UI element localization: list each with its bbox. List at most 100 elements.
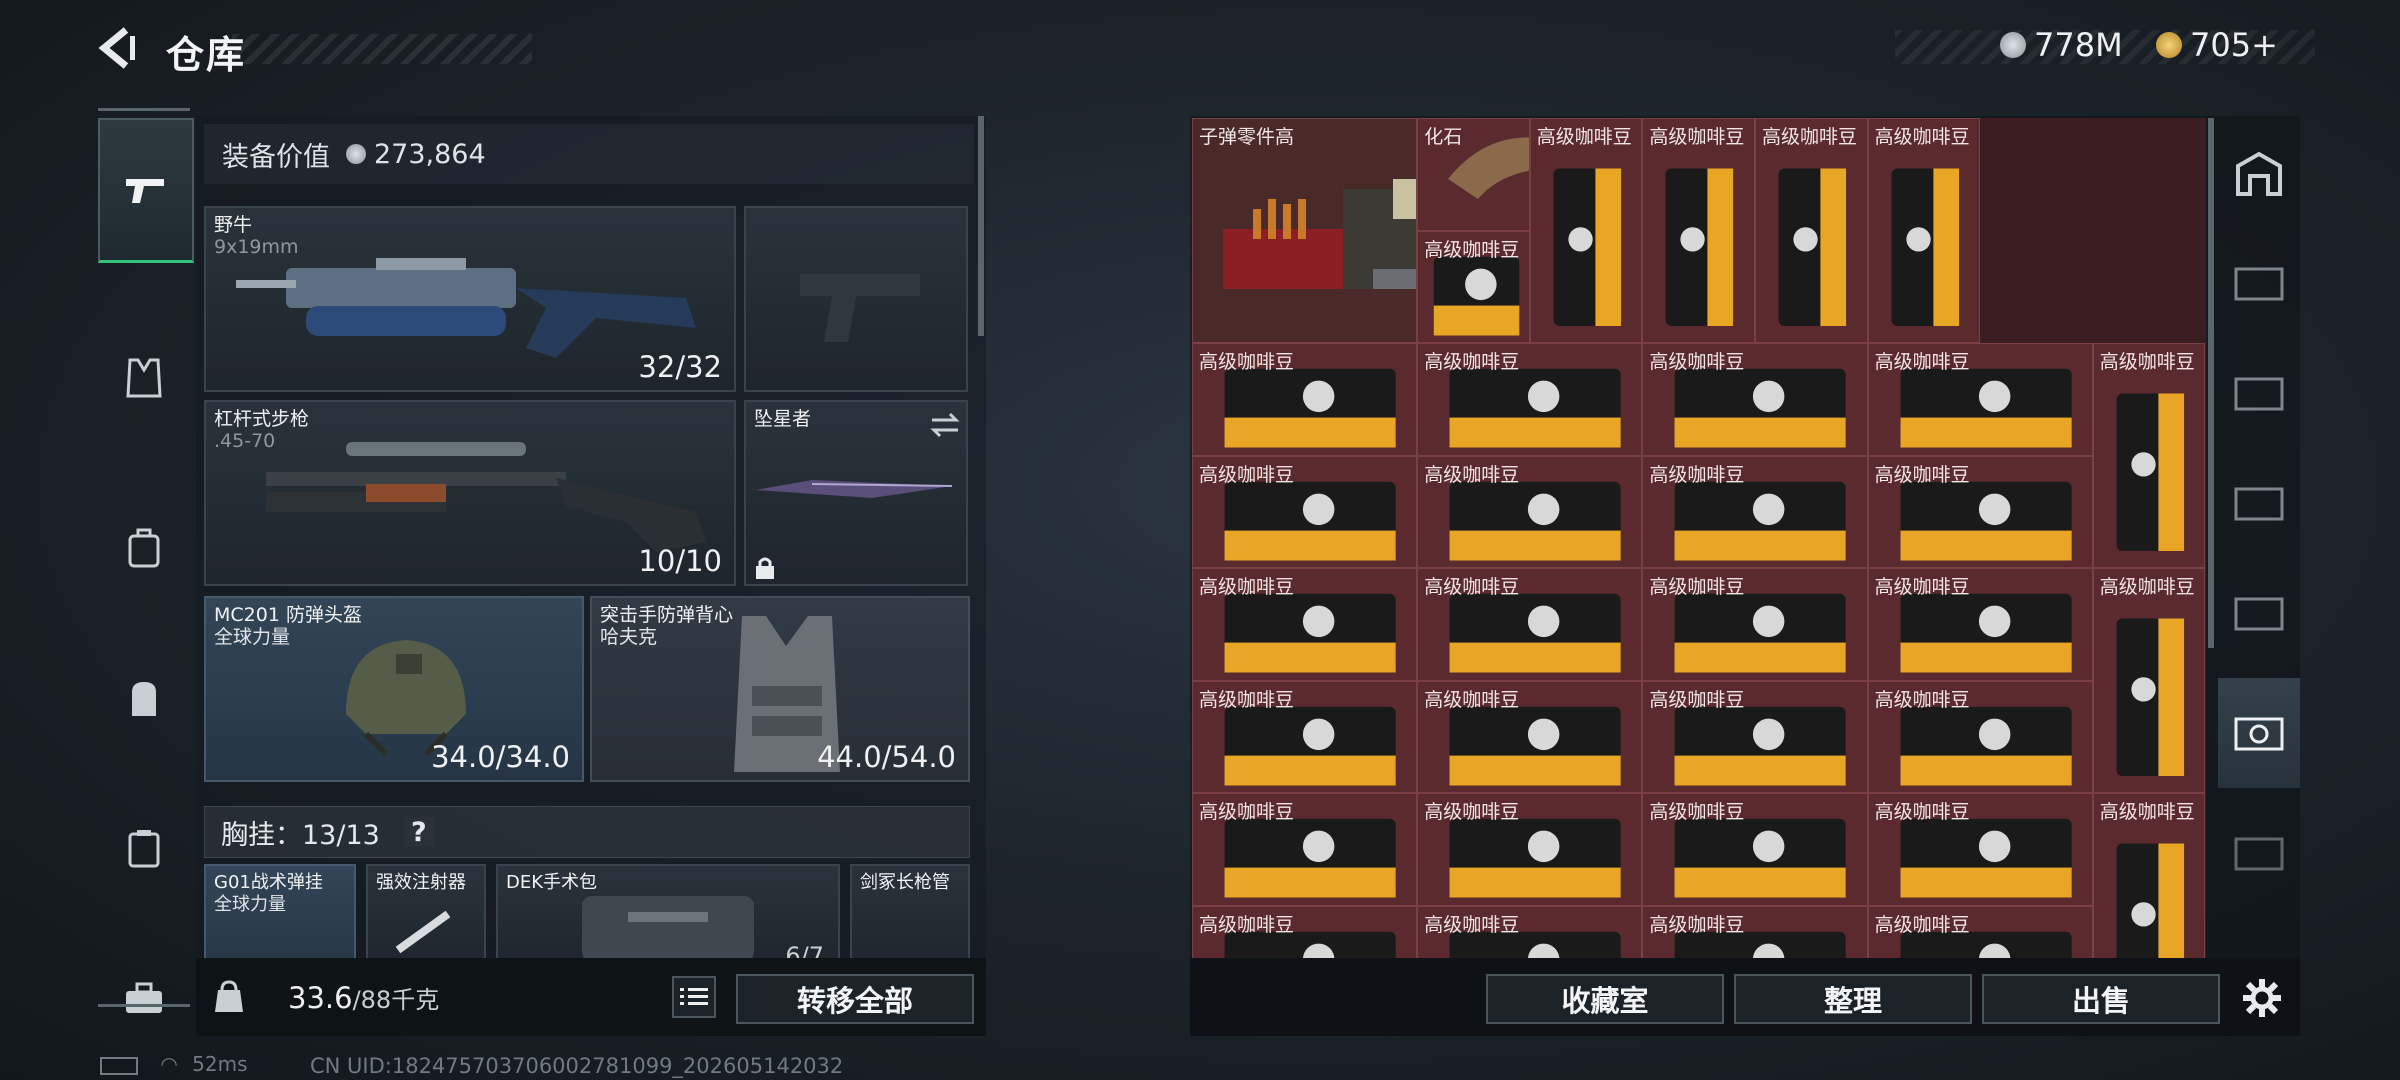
tab-storage-4[interactable] (2218, 448, 2300, 558)
nav-weapons[interactable] (98, 118, 194, 263)
storage-item[interactable]: 高级咖啡豆 (2092, 793, 2206, 958)
storage-item[interactable]: 高级咖啡豆 (1417, 680, 1643, 793)
equipment-scrollbar[interactable] (978, 116, 984, 336)
storage-item[interactable]: 高级咖啡豆 (1192, 793, 1418, 906)
currency-silver[interactable]: 778M (2000, 26, 2123, 64)
storage-item[interactable]: 高级咖啡豆 (1642, 793, 1868, 906)
storage-item[interactable]: 高级咖啡豆 (1642, 905, 1868, 958)
swap-icon[interactable] (930, 412, 960, 438)
storage-item[interactable]: 高级咖啡豆 (1867, 905, 2093, 958)
chest-rig-label: 胸挂：13/13 (221, 819, 380, 851)
storage-item-label: 高级咖啡豆 (1649, 801, 1745, 823)
category-nav (98, 108, 194, 1013)
storage-item[interactable]: 高级咖啡豆 (1642, 680, 1868, 793)
storage-item[interactable]: 高级咖啡豆 (1867, 343, 2093, 456)
chest-rig-items: G01战术弹挂 全球力量 强效注射器 DEK手术包 6/7 剑冢长枪管 (204, 864, 970, 958)
coffee-bag-icon (1553, 168, 1621, 326)
tab-storage-home[interactable] (2218, 118, 2300, 228)
chest-item[interactable]: 强效注射器 (366, 864, 486, 958)
chest-item-name: 剑冢长枪管 (860, 872, 950, 893)
nav-backpack[interactable] (98, 478, 190, 618)
user-uid: CN UID:1824757037060027810​99_2026051420… (310, 1054, 844, 1078)
storage-item[interactable]: 高级咖啡豆 (1192, 455, 1418, 568)
storage-item[interactable]: 高级咖啡豆 (1867, 568, 2093, 681)
storage-item[interactable]: 高级咖啡豆 (1417, 568, 1643, 681)
storage-item-label: 高级咖啡豆 (1199, 351, 1295, 373)
coffee-bag-icon (1778, 168, 1847, 326)
storage-item[interactable]: 高级咖啡豆 (1417, 230, 1530, 343)
storage-item-label: 高级咖啡豆 (1649, 351, 1745, 373)
tab-storage-2[interactable] (2218, 228, 2300, 338)
chest-item[interactable]: G01战术弹挂 全球力量 (204, 864, 356, 958)
help-icon[interactable]: ? (403, 817, 434, 848)
storage-item-label: 高级咖啡豆 (1424, 801, 1520, 823)
chest-item[interactable]: DEK手术包 6/7 (496, 864, 840, 958)
back-arrow-icon[interactable] (96, 26, 140, 70)
nav-armor[interactable] (98, 308, 190, 448)
page-title: 仓库 (166, 33, 247, 77)
storage-item[interactable]: 高级咖啡豆 (1755, 118, 1868, 343)
storage-item[interactable]: 高级咖啡豆 (1642, 455, 1868, 568)
tab-storage-3[interactable] (2218, 338, 2300, 448)
pistol-icon (126, 179, 164, 203)
storage-item[interactable]: 子弹零件高 (1192, 118, 1418, 343)
tab-storage-7[interactable] (2218, 798, 2300, 908)
currency-silver-value: 778M (2034, 26, 2123, 64)
storage-item-label: 高级咖啡豆 (1649, 576, 1745, 598)
storage-item[interactable]: 高级咖啡豆 (1192, 343, 1418, 456)
nav-toolbox[interactable] (98, 928, 190, 1068)
collection-room-button[interactable]: 收藏室 (1486, 974, 1724, 1024)
helmet-slot[interactable]: MC201 防弹头盔 全球力量 34.0/34.0 (204, 596, 584, 782)
tab-storage-6[interactable] (2218, 678, 2300, 788)
list-view-button[interactable] (672, 976, 716, 1018)
settings-gear-icon[interactable] (2242, 978, 2282, 1018)
storage-item[interactable]: 化石 (1417, 118, 1530, 231)
storage-item-label: 高级咖啡豆 (1874, 913, 1970, 936)
storage-scrollbar[interactable] (2208, 118, 2214, 648)
storage-item[interactable]: 高级咖啡豆 (1192, 568, 1418, 681)
storage-item[interactable]: 高级咖啡豆 (1529, 118, 1643, 343)
storage-item-label: 高级咖啡豆 (1199, 688, 1295, 711)
secondary-weapon-slot[interactable]: 杠杆式步枪 .45-70 10/10 (204, 400, 736, 586)
sidearm-slot-empty[interactable] (744, 206, 968, 392)
nav-case[interactable] (98, 778, 190, 918)
storage-item[interactable]: 高级咖啡豆 (1417, 905, 1643, 958)
storage-item[interactable]: 高级咖啡豆 (1417, 343, 1643, 456)
storage-item[interactable]: 高级咖啡豆 (2092, 343, 2206, 568)
tab-storage-5[interactable] (2218, 558, 2300, 668)
chest-item[interactable]: 剑冢长枪管 (850, 864, 970, 958)
storage-tab-icon (2234, 717, 2284, 751)
storage-item[interactable]: 高级咖啡豆 (1417, 455, 1643, 568)
nav-bag[interactable] (98, 628, 190, 768)
storage-item[interactable]: 高级咖啡豆 (1417, 793, 1643, 906)
storage-item-label: 高级咖啡豆 (1649, 688, 1745, 711)
storage-item-label: 高级咖啡豆 (1424, 351, 1520, 373)
weight-max: /88千克 (352, 986, 440, 1014)
vest-slot[interactable]: 突击手防弹背心 哈夫克 44.0/54.0 (590, 596, 970, 782)
storage-item[interactable]: 高级咖啡豆 (1642, 568, 1868, 681)
storage-tab-icon (2234, 597, 2284, 631)
storage-item[interactable]: 高级咖啡豆 (1867, 680, 2093, 793)
helmet-brand: 全球力量 (214, 626, 291, 648)
storage-item[interactable]: 高级咖啡豆 (1867, 793, 2093, 906)
melee-slot[interactable]: 坠星者 (744, 400, 968, 586)
currency-gold[interactable]: 705+ (2156, 26, 2278, 64)
storage-item[interactable]: 高级咖啡豆 (1867, 118, 1981, 343)
battery-icon (100, 1056, 138, 1075)
primary-weapon-slot[interactable]: 野牛 9x19mm 32/32 (204, 206, 736, 392)
storage-item[interactable]: 高级咖啡豆 (1642, 343, 1868, 456)
sell-button[interactable]: 出售 (1982, 974, 2220, 1024)
storage-item-label: 高级咖啡豆 (1199, 463, 1295, 486)
storage-item[interactable]: 高级咖啡豆 (1192, 680, 1418, 793)
transfer-all-button[interactable]: 转移全部 (736, 974, 974, 1024)
silver-coin-icon (346, 144, 366, 164)
melee-name: 坠星者 (754, 408, 812, 430)
storage-item[interactable]: 高级咖啡豆 (2092, 568, 2206, 793)
storage-item-label: 高级咖啡豆 (1424, 688, 1520, 711)
storage-item[interactable]: 高级咖啡豆 (1867, 455, 2093, 568)
coffee-bag-icon (2116, 393, 2184, 551)
storage-item[interactable]: 高级咖啡豆 (1192, 905, 1418, 958)
storage-item[interactable]: 高级咖啡豆 (1642, 118, 1755, 343)
coffee-bag-icon (2116, 618, 2184, 776)
organize-button[interactable]: 整理 (1734, 974, 1972, 1024)
